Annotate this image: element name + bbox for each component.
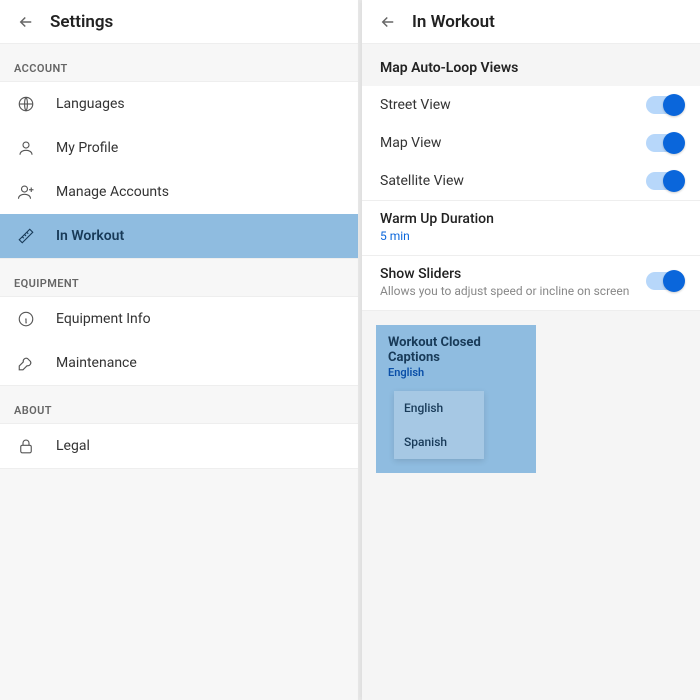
account-group: Languages My Profile Manage Accounts In …	[0, 81, 358, 259]
toggle-label: Street View	[380, 97, 451, 113]
toggle-label: Map View	[380, 135, 441, 151]
toggle-street-view[interactable]: Street View	[362, 86, 700, 124]
toggle-knob	[663, 170, 685, 192]
ruler-icon	[14, 227, 38, 245]
captions-current: English	[388, 366, 524, 379]
map-autoloop-title: Map Auto-Loop Views	[362, 44, 700, 86]
toggle-switch[interactable]	[646, 134, 682, 152]
sidebar-item-label: My Profile	[56, 140, 118, 156]
wrench-icon	[14, 354, 38, 372]
page-title: Settings	[50, 12, 113, 32]
toggle-label: Satellite View	[380, 173, 464, 189]
toggle-map-view[interactable]: Map View	[362, 124, 700, 162]
section-label-about: ABOUT	[0, 386, 358, 423]
section-label-account: ACCOUNT	[0, 44, 358, 81]
in-workout-panel: In Workout Map Auto-Loop Views Street Vi…	[362, 0, 700, 700]
warmup-title: Warm Up Duration	[380, 211, 682, 227]
sidebar-item-equipment-info[interactable]: Equipment Info	[0, 297, 358, 341]
sidebar-item-my-profile[interactable]: My Profile	[0, 126, 358, 170]
settings-header: Settings	[0, 0, 358, 44]
captions-option-english[interactable]: English	[394, 391, 484, 425]
page-title: In Workout	[412, 12, 495, 32]
globe-icon	[14, 95, 38, 113]
info-icon	[14, 310, 38, 328]
toggle-switch[interactable]	[646, 272, 682, 290]
back-button[interactable]	[374, 8, 402, 36]
captions-setting[interactable]: Workout Closed Captions English English …	[376, 325, 536, 473]
in-workout-body: Map Auto-Loop Views Street View Map View…	[362, 44, 700, 700]
captions-option-spanish[interactable]: Spanish	[394, 425, 484, 459]
sidebar-item-label: In Workout	[56, 228, 124, 244]
sidebar-item-label: Equipment Info	[56, 311, 151, 327]
about-group: Legal	[0, 423, 358, 469]
show-sliders-setting[interactable]: Show Sliders Allows you to adjust speed …	[362, 256, 700, 311]
arrow-left-icon	[17, 13, 35, 31]
show-sliders-title: Show Sliders	[380, 266, 646, 282]
arrow-left-icon	[379, 13, 397, 31]
sidebar-item-in-workout[interactable]: In Workout	[0, 214, 358, 258]
warmup-value: 5 min	[380, 229, 682, 243]
person-icon	[14, 139, 38, 157]
map-toggles: Street View Map View Satellite View	[362, 86, 700, 201]
in-workout-header: In Workout	[362, 0, 700, 44]
captions-title: Workout Closed Captions	[388, 335, 524, 365]
section-label-equipment: EQUIPMENT	[0, 259, 358, 296]
show-sliders-text: Show Sliders Allows you to adjust speed …	[380, 266, 646, 298]
back-button[interactable]	[12, 8, 40, 36]
person-plus-icon	[14, 183, 38, 201]
toggle-knob	[663, 270, 685, 292]
sidebar-item-maintenance[interactable]: Maintenance	[0, 341, 358, 385]
sidebar-item-label: Maintenance	[56, 355, 137, 371]
toggle-switch[interactable]	[646, 96, 682, 114]
toggle-knob	[663, 94, 685, 116]
sidebar-item-legal[interactable]: Legal	[0, 424, 358, 468]
toggle-knob	[663, 132, 685, 154]
toggle-switch[interactable]	[646, 172, 682, 190]
sidebar-item-label: Manage Accounts	[56, 184, 169, 200]
lock-icon	[14, 437, 38, 455]
captions-dropdown: English Spanish	[394, 391, 484, 459]
sidebar-item-languages[interactable]: Languages	[0, 82, 358, 126]
sidebar-item-label: Languages	[56, 96, 125, 112]
settings-panel: Settings ACCOUNT Languages My Profile	[0, 0, 358, 700]
warmup-setting[interactable]: Warm Up Duration 5 min	[362, 201, 700, 256]
show-sliders-desc: Allows you to adjust speed or incline on…	[380, 284, 646, 298]
toggle-satellite-view[interactable]: Satellite View	[362, 162, 700, 200]
sidebar-item-label: Legal	[56, 438, 90, 454]
sidebar-item-manage-accounts[interactable]: Manage Accounts	[0, 170, 358, 214]
settings-body: ACCOUNT Languages My Profile Manage Acco…	[0, 44, 358, 700]
equipment-group: Equipment Info Maintenance	[0, 296, 358, 386]
